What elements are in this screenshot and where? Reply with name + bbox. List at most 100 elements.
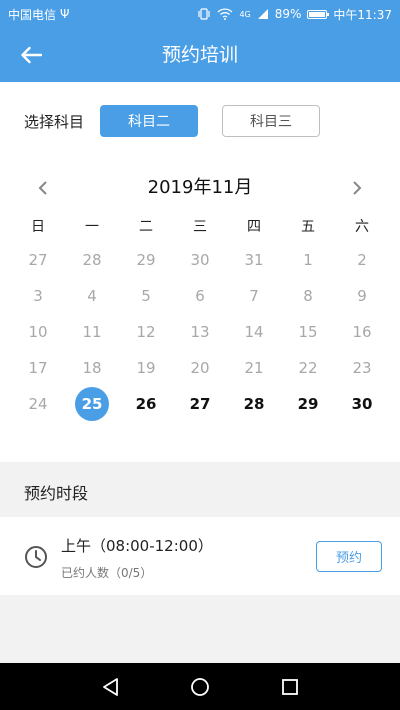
triangle-back-icon [103,678,118,696]
carrier-label: 中国电信 [8,7,57,22]
calendar-day[interactable]: 2 [335,242,389,278]
calendar-day-number: 24 [28,395,48,413]
weekday-label: 四 [247,219,261,235]
calendar-day-number: 28 [243,395,265,413]
calendar-day-number: 19 [136,359,156,377]
calendar-day[interactable]: 8 [281,278,335,314]
nav-recents-button[interactable] [277,674,303,700]
booking-section-header: 预约时段 [0,472,400,516]
month-label: 2019年11月 [147,177,253,198]
wifi-icon [217,8,233,20]
calendar-day[interactable]: 9 [335,278,389,314]
calendar-day[interactable]: 10 [11,314,65,350]
calendar-day-number: 23 [352,359,372,377]
calendar-day[interactable]: 3 [11,278,65,314]
nav-home-button[interactable] [187,674,213,700]
calendar-day[interactable]: 28 [65,242,119,278]
calendar-week-row: 17 18 19 20 21 22 23 [11,350,389,386]
clock-time: 中午11:37 [333,7,392,22]
signal-icon [257,9,268,19]
weekday-label: 三 [193,219,207,235]
calendar-day[interactable]: 6 [173,278,227,314]
calendar-day-number: 2 [357,251,367,269]
section-title: 预约时段 [24,484,89,503]
clock-icon [25,546,47,568]
calendar-day[interactable]: 29 [119,242,173,278]
calendar-day[interactable]: 4 [65,278,119,314]
calendar-day-number: 10 [28,323,48,341]
calendar-day[interactable]: 26 [119,386,173,422]
calendar-day-number: 8 [303,287,313,305]
calendar-day[interactable]: 11 [65,314,119,350]
calendar-day-number: 1 [303,251,313,269]
calendar-day[interactable]: 7 [227,278,281,314]
calendar-day[interactable]: 21 [227,350,281,386]
calendar-day[interactable]: 1 [281,242,335,278]
subject-option-3[interactable]: 科目三 [222,105,321,137]
nav-back-button[interactable] [97,674,123,700]
slot-title: 上午（08:00-12:00） [61,537,213,555]
calendar-day-number: 12 [136,323,156,341]
calendar-day-number: 31 [244,251,264,269]
calendar-day[interactable]: 5 [119,278,173,314]
calendar-day-selected[interactable]: 25 [65,386,119,422]
calendar-day-number: 20 [190,359,210,377]
calendar-day[interactable]: 19 [119,350,173,386]
weekday-header: 日 一 二 三 四 五 六 [11,215,389,239]
calendar-day[interactable]: 27 [11,242,65,278]
network-type: 4G [239,9,251,19]
calendar-day[interactable]: 15 [281,314,335,350]
calendar-day[interactable]: 29 [281,386,335,422]
calendar-day[interactable]: 23 [335,350,389,386]
calendar-day-number: 27 [189,395,211,413]
calendar-day[interactable]: 18 [65,350,119,386]
calendar-day-number: 3 [33,287,43,305]
main-content: 选择科目 科目二 科目三 2019年11月 日 一 二 三 四 五 六 27 28… [0,82,400,462]
subject-selector: 选择科目 科目二 科目三 [24,104,321,138]
calendar-day-number: 29 [136,251,156,269]
calendar-day[interactable]: 30 [335,386,389,422]
calendar-day[interactable]: 22 [281,350,335,386]
calendar-day[interactable]: 14 [227,314,281,350]
book-button[interactable]: 预约 [316,541,382,572]
app-bar: 预约培训 [0,28,400,82]
vibrate-icon [198,8,211,20]
calendar-day[interactable]: 24 [11,386,65,422]
square-recents-icon [282,679,298,695]
calendar-day[interactable]: 16 [335,314,389,350]
month-navigator: 2019年11月 [0,172,400,204]
calendar-day-number: 22 [298,359,318,377]
subject-option-2[interactable]: 科目二 [100,105,199,137]
weekday-label: 日 [31,219,45,235]
calendar-day[interactable]: 13 [173,314,227,350]
calendar-day[interactable]: 17 [11,350,65,386]
calendar-day-number: 11 [82,323,102,341]
calendar-day[interactable]: 28 [227,386,281,422]
weekday-label: 一 [85,219,99,235]
calendar-week-row: 10 11 12 13 14 15 16 [11,314,389,350]
time-slot-row: 上午（08:00-12:00） 已约人数（0/5） 预约 [0,517,400,595]
battery-percent: 89% [274,7,302,21]
calendar-day[interactable]: 31 [227,242,281,278]
calendar-day-number: 16 [352,323,372,341]
page-title: 预约培训 [161,44,238,66]
arrow-left-icon [21,46,42,64]
calendar-day-number: 13 [190,323,210,341]
slot-booked-count: 已约人数（0/5） [61,566,153,580]
calendar-day[interactable]: 20 [173,350,227,386]
calendar-day-number: 21 [244,359,264,377]
calendar-day-number: 27 [28,251,48,269]
calendar-day[interactable]: 30 [173,242,227,278]
calendar-grid: 日 一 二 三 四 五 六 27 28 29 30 31 1 2 3 4 5 6 7 8 9 10 11 12 1… [11,215,389,422]
next-month-button[interactable] [343,174,371,202]
weekday-label: 六 [355,219,369,235]
back-button[interactable] [14,40,48,70]
calendar-day[interactable]: 12 [119,314,173,350]
calendar-day-number: 5 [141,287,151,305]
subject-label: 选择科目 [24,112,85,131]
calendar-day-number: 14 [244,323,264,341]
calendar-day-number: 17 [28,359,48,377]
calendar-day-number: 6 [195,287,205,305]
calendar-day-number: 30 [351,395,373,413]
calendar-day[interactable]: 27 [173,386,227,422]
